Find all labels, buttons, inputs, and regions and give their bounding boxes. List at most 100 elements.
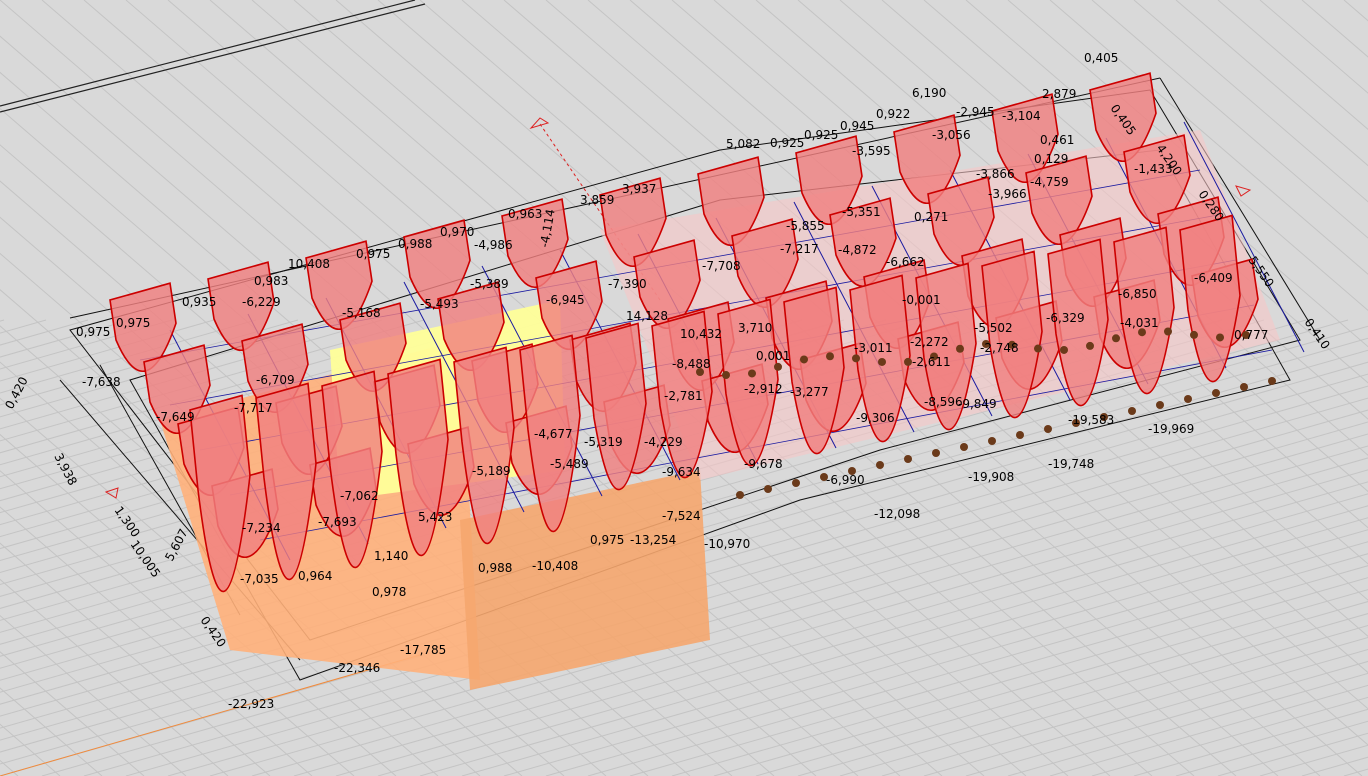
result-label: -4,229 (644, 435, 683, 449)
result-label: -5,168 (342, 306, 381, 320)
result-label: 0,975 (116, 316, 150, 330)
result-label: 0,988 (478, 561, 512, 575)
result-label: 0,970 (440, 225, 474, 239)
result-label: -3,866 (976, 167, 1015, 181)
result-label: -3,056 (932, 128, 971, 142)
result-label: 10,408 (288, 257, 330, 271)
result-label: -7,638 (82, 375, 121, 389)
result-label: -7,035 (240, 572, 279, 586)
result-label: -5,489 (550, 457, 589, 471)
result-label: -4,872 (838, 243, 877, 257)
result-label: 0,271 (914, 210, 948, 224)
result-label: -10,970 (704, 537, 750, 551)
support-node (960, 443, 968, 451)
result-label: -3,595 (852, 144, 891, 158)
result-label: -5,855 (786, 219, 825, 233)
result-label: 2,879 (1042, 87, 1076, 101)
support-node (988, 437, 996, 445)
support-node (800, 355, 808, 364)
support-node (1190, 330, 1198, 339)
result-label: -6,329 (1046, 311, 1085, 325)
result-label: -19,583 (1068, 413, 1114, 427)
result-label: 0,129 (1034, 152, 1068, 166)
result-label: 1,140 (374, 549, 408, 563)
result-label: 3,710 (738, 321, 772, 335)
result-label: -2,912 (744, 382, 783, 396)
support-node (764, 485, 772, 493)
result-label: 0,925 (804, 128, 838, 142)
result-label: 0,935 (182, 295, 216, 309)
result-label: -6,850 (1118, 287, 1157, 301)
support-node (722, 371, 730, 380)
result-label: -6,409 (1194, 271, 1233, 285)
support-node (748, 369, 756, 378)
result-label: 5,423 (418, 510, 452, 524)
result-label: 6,190 (912, 86, 946, 100)
result-label: 0,963 (508, 207, 542, 221)
result-label: -2,611 (912, 355, 951, 369)
result-label: -9,306 (856, 411, 895, 425)
result-label: -7,062 (340, 489, 379, 503)
result-label: -19,908 (968, 470, 1014, 484)
support-node (876, 461, 884, 469)
support-node (1156, 401, 1164, 409)
result-label: -3,104 (1002, 109, 1041, 123)
result-label: -4,759 (1030, 175, 1069, 189)
result-label: 3,859 (580, 193, 614, 207)
result-label: -2,748 (980, 341, 1019, 355)
result-label: -6,229 (242, 295, 281, 309)
support-node (792, 479, 800, 487)
result-label: -4,677 (534, 427, 573, 441)
result-label: 0,983 (254, 274, 288, 288)
support-node (1216, 333, 1224, 342)
result-label: 0,461 (1040, 133, 1074, 147)
support-node (956, 344, 964, 353)
result-label: -5,351 (842, 205, 881, 219)
result-label: 0,777 (1234, 328, 1268, 342)
result-label: 14,128 (626, 309, 668, 323)
support-node (1128, 407, 1136, 415)
result-label: -5,189 (472, 464, 511, 478)
support-node (904, 357, 912, 366)
result-label: -7,708 (702, 259, 741, 273)
support-node (852, 354, 860, 363)
support-node (904, 455, 912, 463)
support-node (1184, 395, 1192, 403)
result-label: -7,693 (318, 515, 357, 529)
result-label: -7,217 (780, 242, 819, 256)
support-node (1044, 425, 1052, 433)
model-canvas[interactable]: 0,405 2,879 0,405 6,190 -2,945 -3,104 0,… (0, 0, 1368, 776)
result-label: -7,649 (156, 410, 195, 424)
result-label: 0,925 (770, 136, 804, 150)
result-label: 0,975 (590, 533, 624, 547)
support-node (1086, 341, 1094, 350)
result-label: -6,662 (886, 255, 925, 269)
result-label: 0,975 (356, 247, 390, 261)
result-label: -9,634 (662, 465, 701, 479)
model-viewport[interactable]: 0,405 2,879 0,405 6,190 -2,945 -3,104 0,… (0, 0, 1368, 776)
support-node (1212, 389, 1220, 397)
result-label: -19,748 (1048, 457, 1094, 471)
result-label: 3,937 (622, 182, 656, 196)
result-label: -8,488 (672, 357, 711, 371)
support-node (1060, 345, 1068, 354)
result-label: -7,524 (662, 509, 701, 523)
support-node (1240, 383, 1248, 391)
result-label: 0,001 (756, 349, 790, 363)
result-label: -3,966 (988, 187, 1027, 201)
result-label: 0,922 (876, 107, 910, 121)
result-label: -6,990 (826, 473, 865, 487)
support-node (878, 357, 886, 366)
result-label: -19,969 (1148, 422, 1194, 436)
result-label: -1,433 (1134, 162, 1173, 176)
result-label: -9,678 (744, 457, 783, 471)
result-label: -5,389 (470, 277, 509, 291)
result-label: -6,709 (256, 373, 295, 387)
result-label: -2,781 (664, 389, 703, 403)
result-label: -7,234 (242, 521, 281, 535)
result-label: 0,405 (1084, 51, 1118, 65)
result-label: -17,785 (400, 643, 446, 657)
result-label: 0,988 (398, 237, 432, 251)
result-label: -3,277 (790, 385, 829, 399)
result-label: -5,493 (420, 297, 459, 311)
